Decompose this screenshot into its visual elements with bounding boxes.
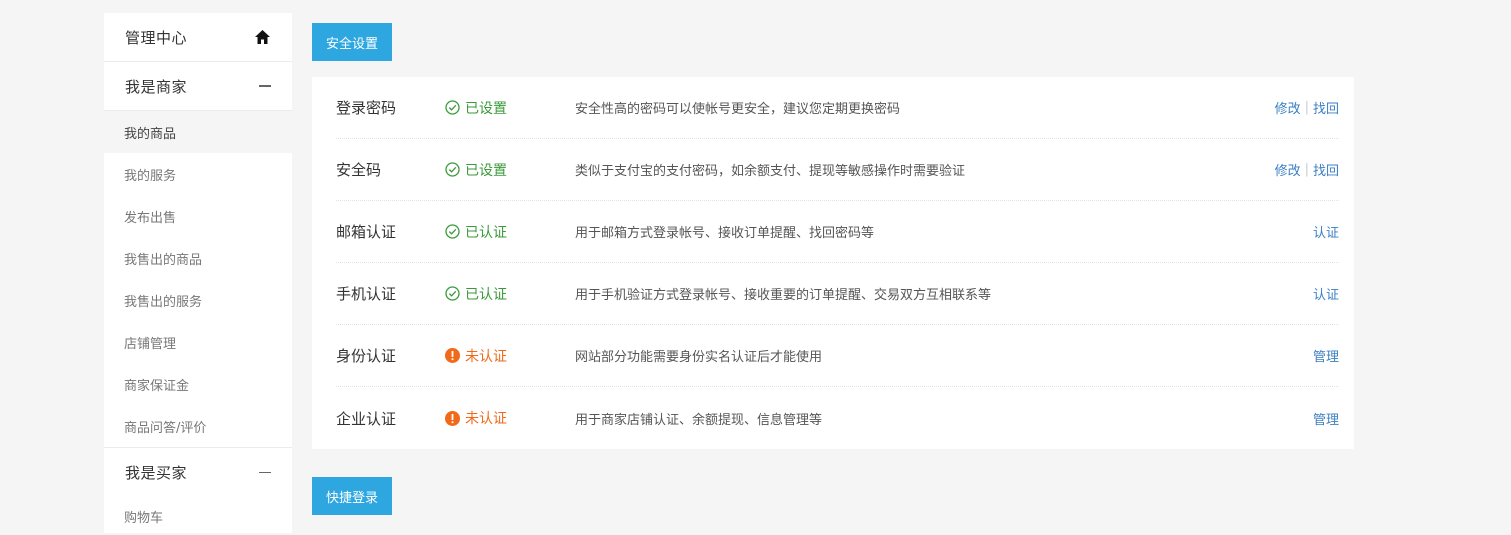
section-title: 我是商家 [125,77,188,96]
buyer-menu: 购物车 [104,497,292,535]
sidebar-item-label: 我售出的服务 [124,294,203,310]
row-actions: 修改 | 找回 [1275,98,1339,117]
row-description: 用于邮箱方式登录帐号、接收订单提醒、找回密码等 [575,226,875,241]
sidebar-section-seller[interactable]: 我是商家 [104,62,292,111]
table-row: 安全码 已设置 类似于支付宝的支付密码，如余额支付、提现等敏感操作时需要验证 修… [336,139,1339,201]
row-description: 用于手机验证方式登录帐号、接收重要的订单提醒、交易双方互相联系等 [575,288,992,303]
warning-icon [445,410,460,426]
modify-link[interactable]: 修改 [1275,98,1301,117]
status-text: 已认证 [465,224,507,241]
tab-security-settings[interactable]: 安全设置 [312,23,393,61]
table-row: 登录密码 已设置 安全性高的密码可以使帐号更安全，建议您定期更换密码 修改 | 找回 [336,77,1339,139]
sidebar-item-my-services[interactable]: 我的服务 [104,153,292,195]
sidebar-item-label: 我售出的商品 [124,252,203,268]
sidebar-item-deposit[interactable]: 商家保证金 [104,363,292,405]
check-circle-icon [445,100,460,115]
sidebar-item-shop-management[interactable]: 店铺管理 [104,321,292,363]
sidebar-item-label: 我的服务 [124,168,177,184]
sidebar-title: 管理中心 [125,28,188,47]
sidebar-item-my-products[interactable]: 我的商品 [104,111,292,153]
table-row: 邮箱认证 已认证 用于邮箱方式登录帐号、接收订单提醒、找回密码等 认证 [336,201,1339,263]
sidebar-item-sold-products[interactable]: 我售出的商品 [104,237,292,279]
sidebar-item-label: 我的商品 [124,126,177,142]
recover-link[interactable]: 找回 [1313,98,1339,117]
status-badge: 已设置 [445,160,575,180]
sidebar-item-cart[interactable]: 购物车 [104,497,292,535]
main-content: 安全设置 登录密码 已设置 安全性高的密码可以使帐号更安全，建议您定期更换密码 … [312,23,1354,515]
table-row: 身份认证 未认证 网站部分功能需要身份实名认证后才能使用 管理 [336,325,1339,387]
row-description: 用于商家店铺认证、余额提现、信息管理等 [575,412,823,428]
sidebar-item-label: 商家保证金 [124,378,190,394]
row-name: 身份认证 [336,347,397,365]
status-text: 已设置 [465,100,507,117]
modify-link[interactable]: 修改 [1275,160,1301,179]
sidebar-item-label: 发布出售 [124,210,177,226]
status-text: 已设置 [465,162,507,179]
tab-quick-login[interactable]: 快捷登录 [312,477,393,515]
section-title: 我是买家 [125,464,188,482]
sidebar-item-label: 店铺管理 [124,336,177,352]
status-badge: 已认证 [445,284,575,304]
seller-menu: 我的商品 我的服务 发布出售 我售出的商品 我售出的服务 店铺管理 商家保证金 … [104,111,292,447]
manage-link[interactable]: 管理 [1313,409,1339,428]
recover-link[interactable]: 找回 [1313,160,1339,179]
row-actions: 管理 [1313,346,1339,365]
separator: | [1304,162,1309,177]
table-row: 企业认证 未认证 用于商家店铺认证、余额提现、信息管理等 管理 [336,387,1339,449]
row-name: 登录密码 [336,99,397,117]
row-description: 网站部分功能需要身份实名认证后才能使用 [575,350,823,365]
sidebar-item-sold-services[interactable]: 我售出的服务 [104,279,292,321]
table-row: 手机认证 已认证 用于手机验证方式登录帐号、接收重要的订单提醒、交易双方互相联系… [336,263,1339,325]
sidebar-item-label: 商品问答/评价 [124,420,207,436]
status-badge: 已设置 [445,98,575,118]
sidebar-item-publish-sale[interactable]: 发布出售 [104,195,292,237]
row-actions: 认证 [1313,222,1339,241]
security-panel: 登录密码 已设置 安全性高的密码可以使帐号更安全，建议您定期更换密码 修改 | 找回… [312,77,1354,449]
row-description: 类似于支付宝的支付密码，如余额支付、提现等敏感操作时需要验证 [575,164,966,179]
warning-icon [445,348,460,363]
sidebar-item-qa-reviews[interactable]: 商品问答/评价 [104,405,292,447]
row-name: 企业认证 [336,409,397,428]
check-circle-icon [445,162,460,177]
status-text: 未认证 [465,411,507,427]
status-text: 已认证 [465,286,507,303]
sidebar: 管理中心 我是商家 我的商品 我的服务 发布出售 我售出的商品 我售出的服务 店… [104,13,292,533]
verify-link[interactable]: 认证 [1313,284,1339,303]
minus-icon[interactable] [259,80,271,92]
minus-icon[interactable] [259,467,271,479]
row-description: 安全性高的密码可以使帐号更安全，建议您定期更换密码 [575,102,901,117]
verify-link[interactable]: 认证 [1313,222,1339,241]
status-badge: 未认证 [445,408,575,428]
status-badge: 未认证 [445,346,575,366]
status-text: 未认证 [465,348,507,365]
check-circle-icon [445,286,460,301]
row-name: 安全码 [336,161,382,179]
row-actions: 修改 | 找回 [1275,160,1339,179]
sidebar-item-label: 购物车 [124,510,164,526]
row-actions: 认证 [1313,284,1339,303]
row-name: 邮箱认证 [336,223,397,241]
manage-link[interactable]: 管理 [1313,346,1339,365]
check-circle-icon [445,224,460,239]
status-badge: 已认证 [445,222,575,242]
row-name: 手机认证 [336,285,397,303]
sidebar-header[interactable]: 管理中心 [104,13,292,62]
home-icon[interactable] [253,28,271,46]
sidebar-section-buyer[interactable]: 我是买家 [104,448,292,497]
row-actions: 管理 [1313,409,1339,428]
separator: | [1304,100,1309,115]
